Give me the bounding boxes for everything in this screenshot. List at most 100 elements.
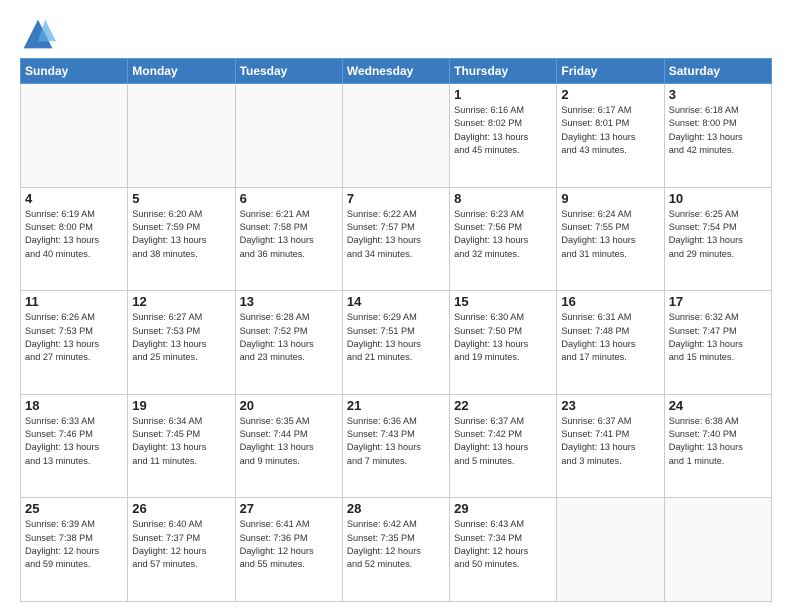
calendar-cell: 3 Sunrise: 6:18 AMSunset: 8:00 PMDaylight… — [664, 84, 771, 188]
day-number: 16 — [561, 294, 659, 309]
calendar-cell: 12 Sunrise: 6:27 AMSunset: 7:53 PMDayligh… — [128, 291, 235, 395]
calendar-cell: 26 Sunrise: 6:40 AMSunset: 7:37 PMDayligh… — [128, 498, 235, 602]
day-number: 11 — [25, 294, 123, 309]
day-info: Sunrise: 6:31 AMSunset: 7:48 PMDaylight:… — [561, 311, 659, 364]
calendar-cell: 27 Sunrise: 6:41 AMSunset: 7:36 PMDayligh… — [235, 498, 342, 602]
week-row-3: 11 Sunrise: 6:26 AMSunset: 7:53 PMDayligh… — [21, 291, 772, 395]
calendar-cell: 24 Sunrise: 6:38 AMSunset: 7:40 PMDayligh… — [664, 394, 771, 498]
day-number: 20 — [240, 398, 338, 413]
calendar-cell — [128, 84, 235, 188]
day-info: Sunrise: 6:41 AMSunset: 7:36 PMDaylight:… — [240, 518, 338, 571]
day-info: Sunrise: 6:24 AMSunset: 7:55 PMDaylight:… — [561, 208, 659, 261]
day-number: 14 — [347, 294, 445, 309]
header — [20, 16, 772, 52]
day-info: Sunrise: 6:40 AMSunset: 7:37 PMDaylight:… — [132, 518, 230, 571]
calendar-cell: 2Sunrise: 6:17 AMSunset: 8:01 PMDaylight… — [557, 84, 664, 188]
day-number: 26 — [132, 501, 230, 516]
day-info: Sunrise: 6:36 AMSunset: 7:43 PMDaylight:… — [347, 415, 445, 468]
day-number: 29 — [454, 501, 552, 516]
calendar-cell: 28 Sunrise: 6:42 AMSunset: 7:35 PMDayligh… — [342, 498, 449, 602]
day-number: 18 — [25, 398, 123, 413]
calendar-cell: 19 Sunrise: 6:34 AMSunset: 7:45 PMDayligh… — [128, 394, 235, 498]
calendar-cell: 20 Sunrise: 6:35 AMSunset: 7:44 PMDayligh… — [235, 394, 342, 498]
calendar-cell: 1Sunrise: 6:16 AMSunset: 8:02 PMDaylight… — [450, 84, 557, 188]
calendar-cell: 16 Sunrise: 6:31 AMSunset: 7:48 PMDayligh… — [557, 291, 664, 395]
day-info: Sunrise: 6:38 AMSunset: 7:40 PMDaylight:… — [669, 415, 767, 468]
calendar-cell: 11 Sunrise: 6:26 AMSunset: 7:53 PMDayligh… — [21, 291, 128, 395]
calendar-cell: 6 Sunrise: 6:21 AMSunset: 7:58 PMDaylight… — [235, 187, 342, 291]
day-number: 28 — [347, 501, 445, 516]
day-header-sunday: Sunday — [21, 59, 128, 84]
day-number: 2 — [561, 87, 659, 102]
calendar-cell: 29 Sunrise: 6:43 AMSunset: 7:34 PMDayligh… — [450, 498, 557, 602]
day-header-wednesday: Wednesday — [342, 59, 449, 84]
day-info: Sunrise: 6:37 AMSunset: 7:41 PMDaylight:… — [561, 415, 659, 468]
day-header-tuesday: Tuesday — [235, 59, 342, 84]
day-number: 3 — [669, 87, 767, 102]
week-row-2: 4Sunrise: 6:19 AMSunset: 8:00 PMDaylight… — [21, 187, 772, 291]
day-info: Sunrise: 6:25 AMSunset: 7:54 PMDaylight:… — [669, 208, 767, 261]
page: SundayMondayTuesdayWednesdayThursdayFrid… — [0, 0, 792, 612]
calendar-cell: 22 Sunrise: 6:37 AMSunset: 7:42 PMDayligh… — [450, 394, 557, 498]
week-row-1: 1Sunrise: 6:16 AMSunset: 8:02 PMDaylight… — [21, 84, 772, 188]
day-number: 17 — [669, 294, 767, 309]
day-header-saturday: Saturday — [664, 59, 771, 84]
day-info: Sunrise: 6:34 AMSunset: 7:45 PMDaylight:… — [132, 415, 230, 468]
day-info: Sunrise: 6:19 AMSunset: 8:00 PMDaylight:… — [25, 208, 123, 261]
day-info: Sunrise: 6:27 AMSunset: 7:53 PMDaylight:… — [132, 311, 230, 364]
calendar-cell — [235, 84, 342, 188]
week-row-4: 18 Sunrise: 6:33 AMSunset: 7:46 PMDayligh… — [21, 394, 772, 498]
day-info: Sunrise: 6:26 AMSunset: 7:53 PMDaylight:… — [25, 311, 123, 364]
day-number: 15 — [454, 294, 552, 309]
day-number: 25 — [25, 501, 123, 516]
calendar-cell: 15 Sunrise: 6:30 AMSunset: 7:50 PMDayligh… — [450, 291, 557, 395]
day-info: Sunrise: 6:22 AMSunset: 7:57 PMDaylight:… — [347, 208, 445, 261]
day-number: 8 — [454, 191, 552, 206]
day-number: 5 — [132, 191, 230, 206]
day-info: Sunrise: 6:21 AMSunset: 7:58 PMDaylight:… — [240, 208, 338, 261]
day-info: Sunrise: 6:43 AMSunset: 7:34 PMDaylight:… — [454, 518, 552, 571]
calendar-header-row: SundayMondayTuesdayWednesdayThursdayFrid… — [21, 59, 772, 84]
calendar-cell: 21 Sunrise: 6:36 AMSunset: 7:43 PMDayligh… — [342, 394, 449, 498]
day-header-thursday: Thursday — [450, 59, 557, 84]
day-number: 7 — [347, 191, 445, 206]
day-info: Sunrise: 6:32 AMSunset: 7:47 PMDaylight:… — [669, 311, 767, 364]
day-number: 10 — [669, 191, 767, 206]
calendar-cell: 23Sunrise: 6:37 AMSunset: 7:41 PMDayligh… — [557, 394, 664, 498]
day-number: 6 — [240, 191, 338, 206]
calendar-cell: 9 Sunrise: 6:24 AMSunset: 7:55 PMDaylight… — [557, 187, 664, 291]
day-number: 19 — [132, 398, 230, 413]
calendar-cell: 14 Sunrise: 6:29 AMSunset: 7:51 PMDayligh… — [342, 291, 449, 395]
day-info: Sunrise: 6:23 AMSunset: 7:56 PMDaylight:… — [454, 208, 552, 261]
day-info: Sunrise: 6:18 AMSunset: 8:00 PMDaylight:… — [669, 104, 767, 157]
day-number: 24 — [669, 398, 767, 413]
day-number: 12 — [132, 294, 230, 309]
calendar-cell: 4Sunrise: 6:19 AMSunset: 8:00 PMDaylight… — [21, 187, 128, 291]
calendar-cell: 5 Sunrise: 6:20 AMSunset: 7:59 PMDaylight… — [128, 187, 235, 291]
day-number: 21 — [347, 398, 445, 413]
day-info: Sunrise: 6:29 AMSunset: 7:51 PMDaylight:… — [347, 311, 445, 364]
week-row-5: 25 Sunrise: 6:39 AMSunset: 7:38 PMDayligh… — [21, 498, 772, 602]
calendar-cell — [21, 84, 128, 188]
calendar-cell — [342, 84, 449, 188]
calendar-cell: 17 Sunrise: 6:32 AMSunset: 7:47 PMDayligh… — [664, 291, 771, 395]
day-info: Sunrise: 6:30 AMSunset: 7:50 PMDaylight:… — [454, 311, 552, 364]
day-info: Sunrise: 6:37 AMSunset: 7:42 PMDaylight:… — [454, 415, 552, 468]
day-info: Sunrise: 6:42 AMSunset: 7:35 PMDaylight:… — [347, 518, 445, 571]
day-number: 9 — [561, 191, 659, 206]
logo — [20, 16, 62, 52]
day-header-monday: Monday — [128, 59, 235, 84]
calendar-cell — [557, 498, 664, 602]
calendar-cell: 7 Sunrise: 6:22 AMSunset: 7:57 PMDaylight… — [342, 187, 449, 291]
day-number: 27 — [240, 501, 338, 516]
calendar-cell: 8 Sunrise: 6:23 AMSunset: 7:56 PMDaylight… — [450, 187, 557, 291]
calendar-table: SundayMondayTuesdayWednesdayThursdayFrid… — [20, 58, 772, 602]
day-info: Sunrise: 6:33 AMSunset: 7:46 PMDaylight:… — [25, 415, 123, 468]
logo-icon — [20, 16, 56, 52]
day-info: Sunrise: 6:39 AMSunset: 7:38 PMDaylight:… — [25, 518, 123, 571]
day-number: 13 — [240, 294, 338, 309]
day-info: Sunrise: 6:35 AMSunset: 7:44 PMDaylight:… — [240, 415, 338, 468]
day-number: 22 — [454, 398, 552, 413]
day-number: 1 — [454, 87, 552, 102]
day-info: Sunrise: 6:20 AMSunset: 7:59 PMDaylight:… — [132, 208, 230, 261]
